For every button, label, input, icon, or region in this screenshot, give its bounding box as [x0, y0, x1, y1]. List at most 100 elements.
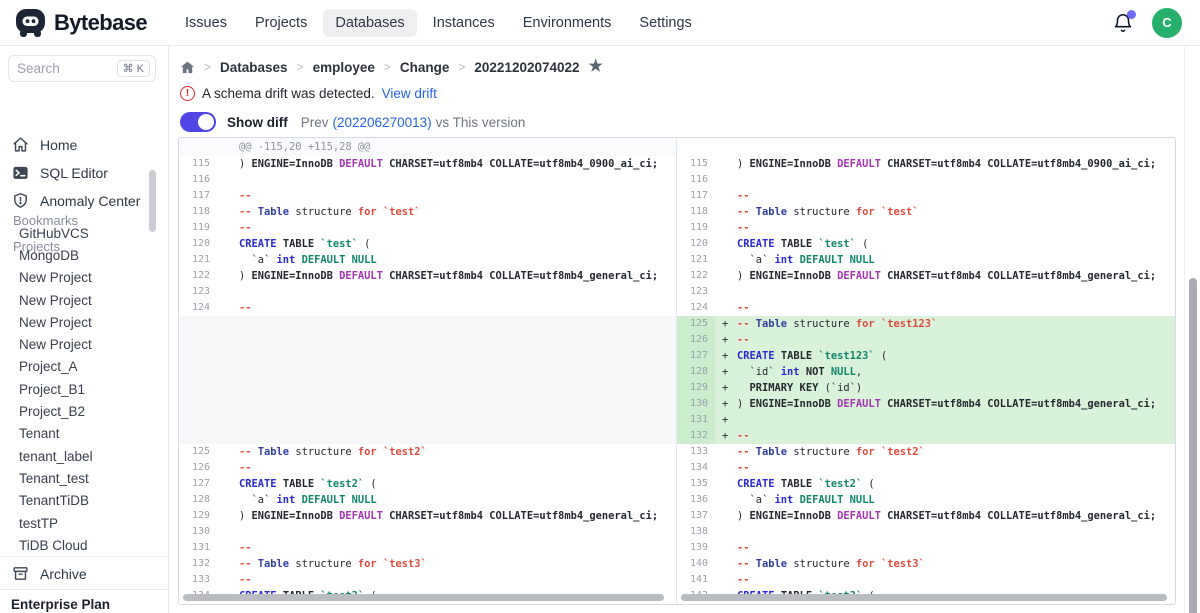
code-text: -- Table structure for `test`	[715, 204, 1175, 220]
code-text: --	[715, 540, 1175, 556]
nav-instances[interactable]: Instances	[421, 9, 507, 37]
sidebar-project-item[interactable]: MongoDB	[19, 244, 150, 266]
code-text: +--	[715, 332, 1175, 348]
bytebase-logo[interactable]: Bytebase	[14, 8, 147, 38]
sidebar-item-label: SQL Editor	[40, 165, 108, 181]
diff-column-previous: @@ -115,20 +115,28 @@115) ENGINE=InnoDB …	[179, 138, 677, 604]
line-number: 116	[677, 172, 715, 188]
line-number: 129	[677, 380, 715, 396]
sidebar-item-archive[interactable]: Archive	[12, 565, 87, 582]
diff-line: 127+CREATE TABLE `test123` (	[677, 348, 1175, 364]
breadcrumb-separator: >	[384, 60, 391, 74]
search-placeholder: Search	[17, 61, 60, 76]
code-text: @@ -115,20 +115,28 @@	[217, 138, 676, 156]
diff-line: 121 `a` int DEFAULT NULL	[677, 252, 1175, 268]
notification-dot	[1127, 10, 1136, 19]
line-number: 140	[677, 556, 715, 572]
sidebar-project-item[interactable]: GitHubVCS	[19, 222, 150, 244]
sidebar-project-item[interactable]: New Project	[19, 267, 150, 289]
horizontal-scrollbar-thumb[interactable]	[681, 594, 1167, 601]
code-text: -- Table structure for `test2`	[217, 444, 676, 460]
sidebar-project-item[interactable]: Tenant	[19, 423, 150, 445]
sidebar-scrollbar[interactable]	[149, 170, 156, 232]
sidebar-item-anomaly-center[interactable]: Anomaly Center	[12, 192, 140, 209]
sidebar-project-item[interactable]: tenant_label	[19, 445, 150, 467]
sidebar-item-home[interactable]: Home	[12, 136, 77, 153]
breadcrumb-change[interactable]: Change	[400, 60, 450, 75]
breadcrumb-version[interactable]: 20221202074022	[474, 60, 579, 75]
line-number: 141	[677, 572, 715, 588]
code-text: ) ENGINE=InnoDB DEFAULT CHARSET=utf8mb4 …	[217, 508, 676, 524]
sidebar-item-label: Anomaly Center	[40, 193, 140, 209]
sidebar-project-item[interactable]: New Project	[19, 311, 150, 333]
sidebar-project-item[interactable]: Project_B2	[19, 400, 150, 422]
nav-issues[interactable]: Issues	[173, 9, 239, 37]
diff-line: 129+ PRIMARY KEY (`id`)	[677, 380, 1175, 396]
nav-projects[interactable]: Projects	[243, 9, 319, 37]
diff-line	[179, 396, 676, 412]
vs-this-version-label: vs This version	[436, 115, 526, 130]
sidebar-project-item[interactable]: TiDB Cloud	[19, 534, 150, 556]
line-number: 130	[179, 524, 217, 540]
code-text: + `id` int NOT NULL,	[715, 364, 1175, 380]
diff-line: 117--	[179, 188, 676, 204]
breadcrumb-employee[interactable]: employee	[313, 60, 375, 75]
search-input[interactable]: Search ⌘ K	[8, 55, 156, 82]
show-diff-toggle[interactable]	[180, 112, 216, 132]
archive-icon	[12, 565, 29, 582]
line-number: 138	[677, 524, 715, 540]
sidebar-project-item[interactable]: testTP	[19, 512, 150, 534]
sidebar-item-sql-editor[interactable]: SQL Editor	[12, 164, 108, 181]
code-text: +--	[715, 428, 1175, 444]
horizontal-scrollbar-thumb[interactable]	[183, 594, 664, 601]
show-diff-label: Show diff	[227, 115, 288, 130]
diff-line: 124--	[677, 300, 1175, 316]
nav-databases[interactable]: Databases	[323, 9, 416, 37]
sidebar-project-item[interactable]: New Project	[19, 333, 150, 355]
line-number	[179, 380, 217, 396]
diff-line: 122) ENGINE=InnoDB DEFAULT CHARSET=utf8m…	[179, 268, 676, 284]
diff-line: 132+--	[677, 428, 1175, 444]
line-number: 122	[179, 268, 217, 284]
line-number: 132	[179, 556, 217, 572]
avatar[interactable]: C	[1152, 8, 1182, 38]
sidebar-project-item[interactable]: New Project	[19, 289, 150, 311]
line-number: 121	[677, 252, 715, 268]
sidebar-project-item[interactable]: Tenant_test	[19, 467, 150, 489]
toggle-knob	[198, 114, 214, 130]
code-text: `a` int DEFAULT NULL	[715, 252, 1175, 268]
code-text: ) ENGINE=InnoDB DEFAULT CHARSET=utf8mb4 …	[715, 156, 1175, 172]
code-text: CREATE TABLE `test` (	[217, 236, 676, 252]
diff-line: 127CREATE TABLE `test2` (	[179, 476, 676, 492]
diff-line: 136 `a` int DEFAULT NULL	[677, 492, 1175, 508]
sidebar-divider	[0, 556, 168, 557]
sidebar-project-item[interactable]: Project_B1	[19, 378, 150, 400]
line-number: 115	[677, 156, 715, 172]
bookmark-star-icon[interactable]: ★	[589, 59, 603, 75]
sidebar-project-item[interactable]: TenantTiDB	[19, 490, 150, 512]
code-text: CREATE TABLE `test` (	[715, 236, 1175, 252]
project-list: GitHubVCSMongoDBNew ProjectNew ProjectNe…	[19, 222, 150, 556]
code-text: +	[715, 412, 1175, 428]
prev-version-link[interactable]: (202206270013)	[333, 115, 432, 130]
diff-line: 115) ENGINE=InnoDB DEFAULT CHARSET=utf8m…	[677, 156, 1175, 172]
line-number: 129	[179, 508, 217, 524]
nav-settings[interactable]: Settings	[627, 9, 703, 37]
diff-line: 135CREATE TABLE `test2` (	[677, 476, 1175, 492]
sidebar-project-item[interactable]: Project_A	[19, 356, 150, 378]
schema-diff-panel: @@ -115,20 +115,28 @@115) ENGINE=InnoDB …	[178, 137, 1176, 605]
code-text	[217, 412, 676, 428]
line-number	[179, 316, 217, 332]
code-text: --	[217, 460, 676, 476]
line-number: 135	[677, 476, 715, 492]
notification-bell-icon[interactable]	[1112, 12, 1134, 34]
main-nav: IssuesProjectsDatabasesInstancesEnvironm…	[173, 9, 704, 37]
line-number: 119	[179, 220, 217, 236]
code-text: `a` int DEFAULT NULL	[217, 252, 676, 268]
page-scrollbar-thumb[interactable]	[1189, 278, 1197, 613]
view-drift-link[interactable]: View drift	[382, 86, 437, 101]
code-text: --	[715, 300, 1175, 316]
nav-environments[interactable]: Environments	[511, 9, 624, 37]
breadcrumb-databases[interactable]: Databases	[220, 60, 288, 75]
breadcrumb-home-icon[interactable]	[180, 60, 195, 75]
